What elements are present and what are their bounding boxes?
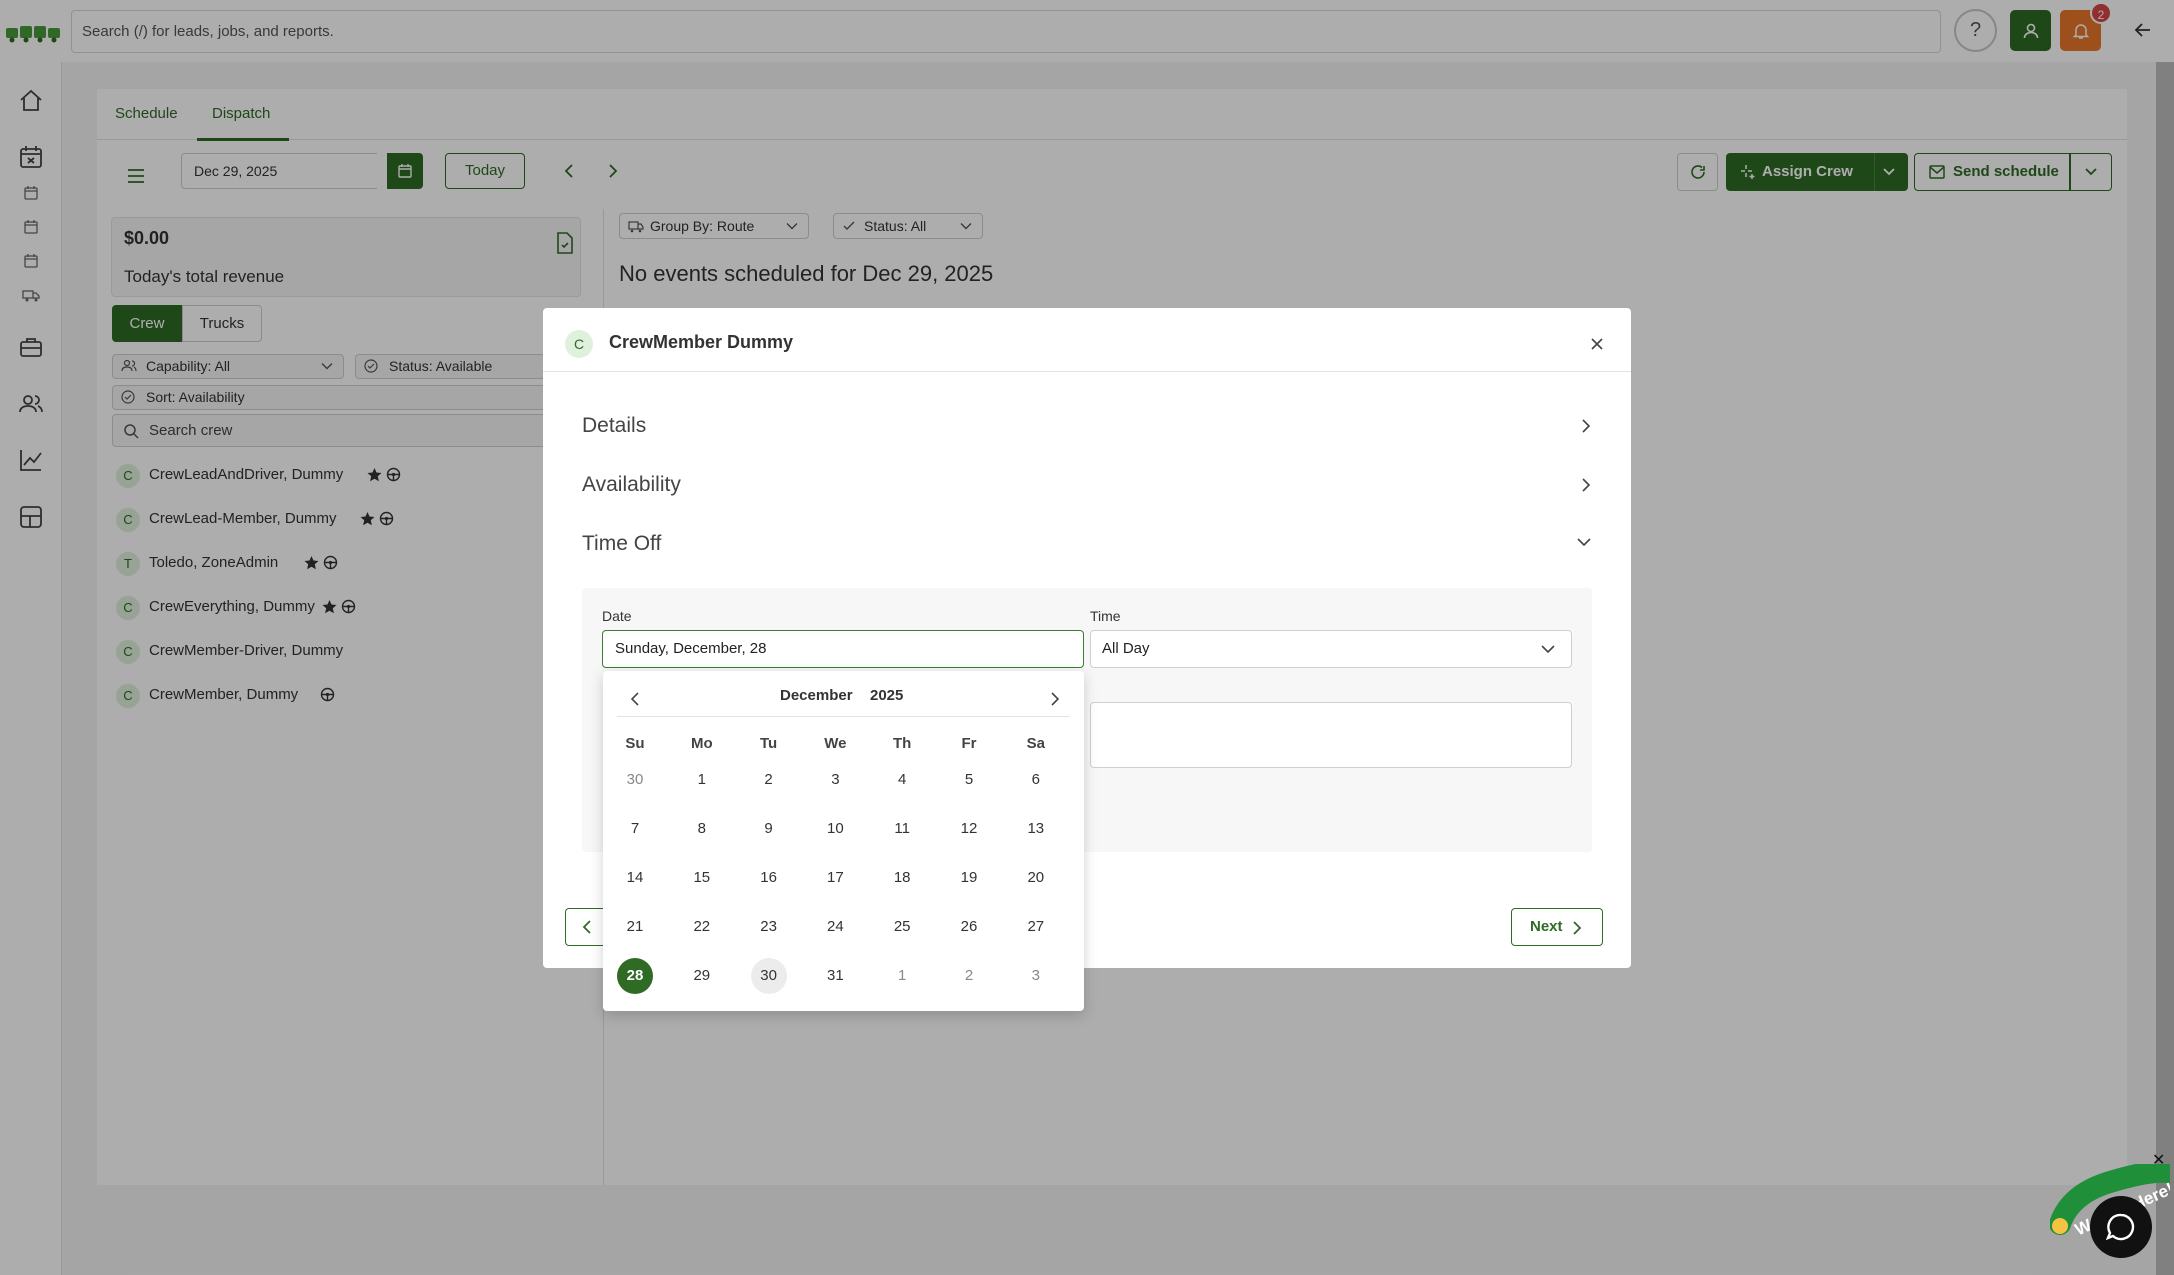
calendar-day[interactable]: 4 bbox=[884, 762, 920, 798]
section-time-off[interactable]: Time Off bbox=[582, 524, 1592, 564]
calendar-day[interactable]: 8 bbox=[684, 811, 720, 847]
notes-textarea[interactable] bbox=[1090, 702, 1572, 768]
calendar-day[interactable]: 11 bbox=[884, 811, 920, 847]
time-label: Time bbox=[1090, 608, 1121, 624]
chevron-right-icon bbox=[1051, 692, 1060, 706]
calendar-day[interactable]: 9 bbox=[751, 811, 787, 847]
calendar-day[interactable]: 30 bbox=[750, 958, 787, 994]
date-picker-popup: December 2025 Su Mo Tu We Th Fr Sa 30 1 2 3 4 5 6 7 8 9 1… bbox=[603, 671, 1084, 1011]
calendar-day[interactable]: 25 bbox=[884, 909, 920, 945]
close-button[interactable] bbox=[1585, 332, 1609, 356]
chevron-left-icon bbox=[582, 920, 591, 934]
weekday-header: Su bbox=[625, 735, 645, 752]
chevron-right-icon bbox=[1573, 921, 1582, 935]
section-title: Details bbox=[582, 414, 647, 437]
chat-button[interactable] bbox=[2090, 1196, 2152, 1258]
calendar-day[interactable]: 7 bbox=[617, 811, 653, 847]
calendar-day[interactable]: 2 bbox=[951, 958, 987, 994]
weekday-header: Tu bbox=[759, 735, 778, 752]
weekday-header: Th bbox=[893, 735, 912, 752]
calendar-day[interactable]: 23 bbox=[751, 909, 787, 945]
calendar-day[interactable]: 15 bbox=[684, 860, 720, 896]
avatar: C bbox=[565, 330, 593, 358]
calendar-day[interactable]: 27 bbox=[1018, 909, 1054, 945]
section-availability[interactable]: Availability bbox=[582, 465, 1592, 505]
time-select[interactable]: All Day bbox=[1090, 630, 1572, 668]
next-month-button[interactable] bbox=[1045, 689, 1065, 709]
calendar-year[interactable]: 2025 bbox=[870, 687, 903, 704]
calendar-day[interactable]: 24 bbox=[817, 909, 853, 945]
weekday-header: Fr bbox=[961, 735, 977, 752]
next-button-label: Next bbox=[1530, 918, 1563, 935]
calendar-day[interactable]: 31 bbox=[817, 958, 853, 994]
calendar-day[interactable]: 29 bbox=[684, 958, 720, 994]
calendar-day[interactable]: 21 bbox=[617, 909, 653, 945]
calendar-day[interactable]: 18 bbox=[884, 860, 920, 896]
chevron-right-icon bbox=[1582, 478, 1591, 492]
calendar-day[interactable]: 6 bbox=[1018, 762, 1054, 798]
calendar-day[interactable]: 3 bbox=[1018, 958, 1054, 994]
calendar-day[interactable]: 22 bbox=[684, 909, 720, 945]
weekday-header: Sa bbox=[1026, 735, 1045, 752]
weekday-header: We bbox=[824, 735, 847, 752]
chevron-left-icon bbox=[630, 692, 639, 706]
time-select-value: All Day bbox=[1102, 640, 1150, 657]
chevron-right-icon bbox=[1582, 419, 1591, 433]
waving-hand-icon bbox=[2052, 1218, 2068, 1234]
calendar-day[interactable]: 5 bbox=[951, 762, 987, 798]
calendar-day[interactable]: 1 bbox=[884, 958, 920, 994]
calendar-month[interactable]: December bbox=[780, 687, 853, 704]
modal-title: CrewMember Dummy bbox=[609, 332, 794, 352]
time-off-date-input[interactable]: Sunday, December, 28 bbox=[602, 630, 1084, 668]
chevron-down-icon bbox=[1541, 645, 1555, 654]
chevron-down-icon bbox=[1577, 538, 1591, 547]
calendar-day[interactable]: 20 bbox=[1018, 860, 1054, 896]
date-label: Date bbox=[602, 608, 632, 624]
calendar-day[interactable]: 3 bbox=[817, 762, 853, 798]
calendar-day[interactable]: 1 bbox=[684, 762, 720, 798]
calendar-day[interactable]: 2 bbox=[751, 762, 787, 798]
calendar-day[interactable]: 13 bbox=[1018, 811, 1054, 847]
previous-month-button[interactable] bbox=[625, 689, 645, 709]
calendar-day[interactable]: 28 bbox=[617, 958, 653, 994]
calendar-day[interactable]: 16 bbox=[751, 860, 787, 896]
calendar-day[interactable]: 14 bbox=[617, 860, 653, 896]
weekday-header: Mo bbox=[690, 735, 713, 752]
calendar-day[interactable]: 17 bbox=[817, 860, 853, 896]
calendar-day[interactable]: 19 bbox=[951, 860, 987, 896]
calendar-day[interactable]: 12 bbox=[951, 811, 987, 847]
chat-bubble-icon bbox=[2106, 1213, 2135, 1241]
calendar-day[interactable]: 26 bbox=[951, 909, 987, 945]
close-icon bbox=[1591, 338, 1603, 350]
calendar-day[interactable]: 30 bbox=[617, 762, 653, 798]
calendar-day[interactable]: 10 bbox=[817, 811, 853, 847]
section-title: Availability bbox=[582, 473, 681, 496]
section-title: Time Off bbox=[582, 532, 662, 555]
next-button[interactable]: Next bbox=[1511, 908, 1603, 946]
section-details[interactable]: Details bbox=[582, 406, 1592, 446]
